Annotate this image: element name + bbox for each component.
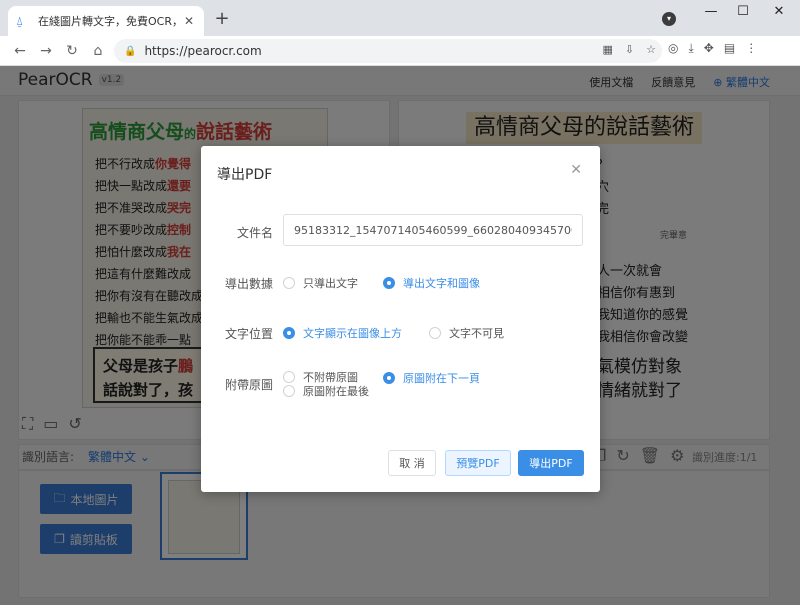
radio-circle (283, 277, 295, 289)
extension-icon[interactable]: ◎ (668, 41, 678, 56)
filename-input[interactable] (283, 214, 583, 246)
close-window-button[interactable]: ✕ (764, 4, 794, 19)
export-data-label: 導出數據 (224, 277, 273, 291)
lock-icon[interactable]: 🔒 (124, 46, 136, 57)
export-text-only-radio[interactable]: 只導出文字 (283, 275, 358, 291)
text-invisible-radio[interactable]: 文字不可見 (429, 325, 504, 341)
pear-favicon-icon: ⍙ (16, 14, 24, 28)
attach-original-label: 附帶原圖 (224, 378, 273, 392)
original-next-page-radio[interactable]: 原圖附在下一頁 (383, 370, 480, 386)
profile-menu-icon[interactable]: ▾ (662, 12, 676, 26)
radio-circle (429, 327, 441, 339)
new-tab-icon[interactable]: + (212, 9, 232, 29)
reload-icon[interactable]: ↻ (62, 41, 82, 61)
cancel-button[interactable]: 取 消 (388, 450, 436, 476)
text-position-label: 文字位置 (224, 327, 273, 341)
radio-label: 只導出文字 (303, 277, 358, 290)
bookmark-star-icon[interactable]: ☆ (646, 43, 656, 56)
back-icon[interactable]: ← (10, 41, 30, 61)
preview-pdf-button[interactable]: 預覽PDF (445, 450, 511, 476)
export-pdf-button[interactable]: 導出PDF (518, 450, 584, 476)
radio-circle (383, 372, 395, 384)
radio-label: 文字顯示在圖像上方 (303, 327, 402, 340)
close-icon[interactable]: ✕ (570, 162, 582, 178)
original-at-end-radio[interactable]: 原圖附在最後 (283, 383, 369, 399)
url-text: https://pearocr.com (144, 44, 262, 58)
dialog-title: 導出PDF (217, 167, 273, 183)
menu-dots-icon[interactable]: ⋮ (745, 41, 757, 56)
forward-icon[interactable]: → (36, 41, 56, 61)
minimize-button[interactable]: — (696, 4, 726, 19)
browser-tab[interactable]: ⍙ 在綫圖片轉文字，免費OCR，在線 ✕ (8, 6, 204, 36)
filename-label: 文件名 (236, 226, 273, 240)
browser-tab-bar: ⍙ 在綫圖片轉文字，免費OCR，在線 ✕ + ▾ — ☐ ✕ (0, 0, 800, 36)
extensions-area: ◎ ⤓ ✥ ▤ ⋮ (668, 41, 757, 56)
home-icon[interactable]: ⌂ (88, 41, 108, 61)
tab-title: 在綫圖片轉文字，免費OCR，在線 (38, 15, 182, 28)
qr-code-icon[interactable]: ▦ (603, 43, 613, 56)
radio-circle (283, 385, 295, 397)
radio-circle (283, 327, 295, 339)
radio-circle (383, 277, 395, 289)
maximize-button[interactable]: ☐ (728, 4, 758, 19)
export-pdf-dialog: 導出PDF ✕ 文件名 導出數據 只導出文字 導出文字和圖像 文字位置 文字顯示… (201, 146, 600, 492)
export-text-and-image-radio[interactable]: 導出文字和圖像 (383, 275, 480, 291)
radio-label: 導出文字和圖像 (403, 277, 480, 290)
download-icon[interactable]: ⤓ (688, 41, 693, 56)
radio-circle (283, 371, 295, 383)
radio-label: 文字不可見 (449, 327, 504, 340)
radio-label: 原圖附在下一頁 (403, 372, 480, 385)
puzzle-icon[interactable]: ✥ (704, 41, 714, 56)
address-bar[interactable]: 🔒 https://pearocr.com ▦ ⇩ ☆ (114, 39, 662, 63)
tab-close-icon[interactable]: ✕ (182, 14, 196, 28)
radio-label: 原圖附在最後 (303, 385, 369, 398)
text-above-image-radio[interactable]: 文字顯示在圖像上方 (283, 325, 402, 341)
calendar-icon[interactable]: ▤ (724, 41, 735, 56)
install-app-icon[interactable]: ⇩ (625, 43, 634, 56)
